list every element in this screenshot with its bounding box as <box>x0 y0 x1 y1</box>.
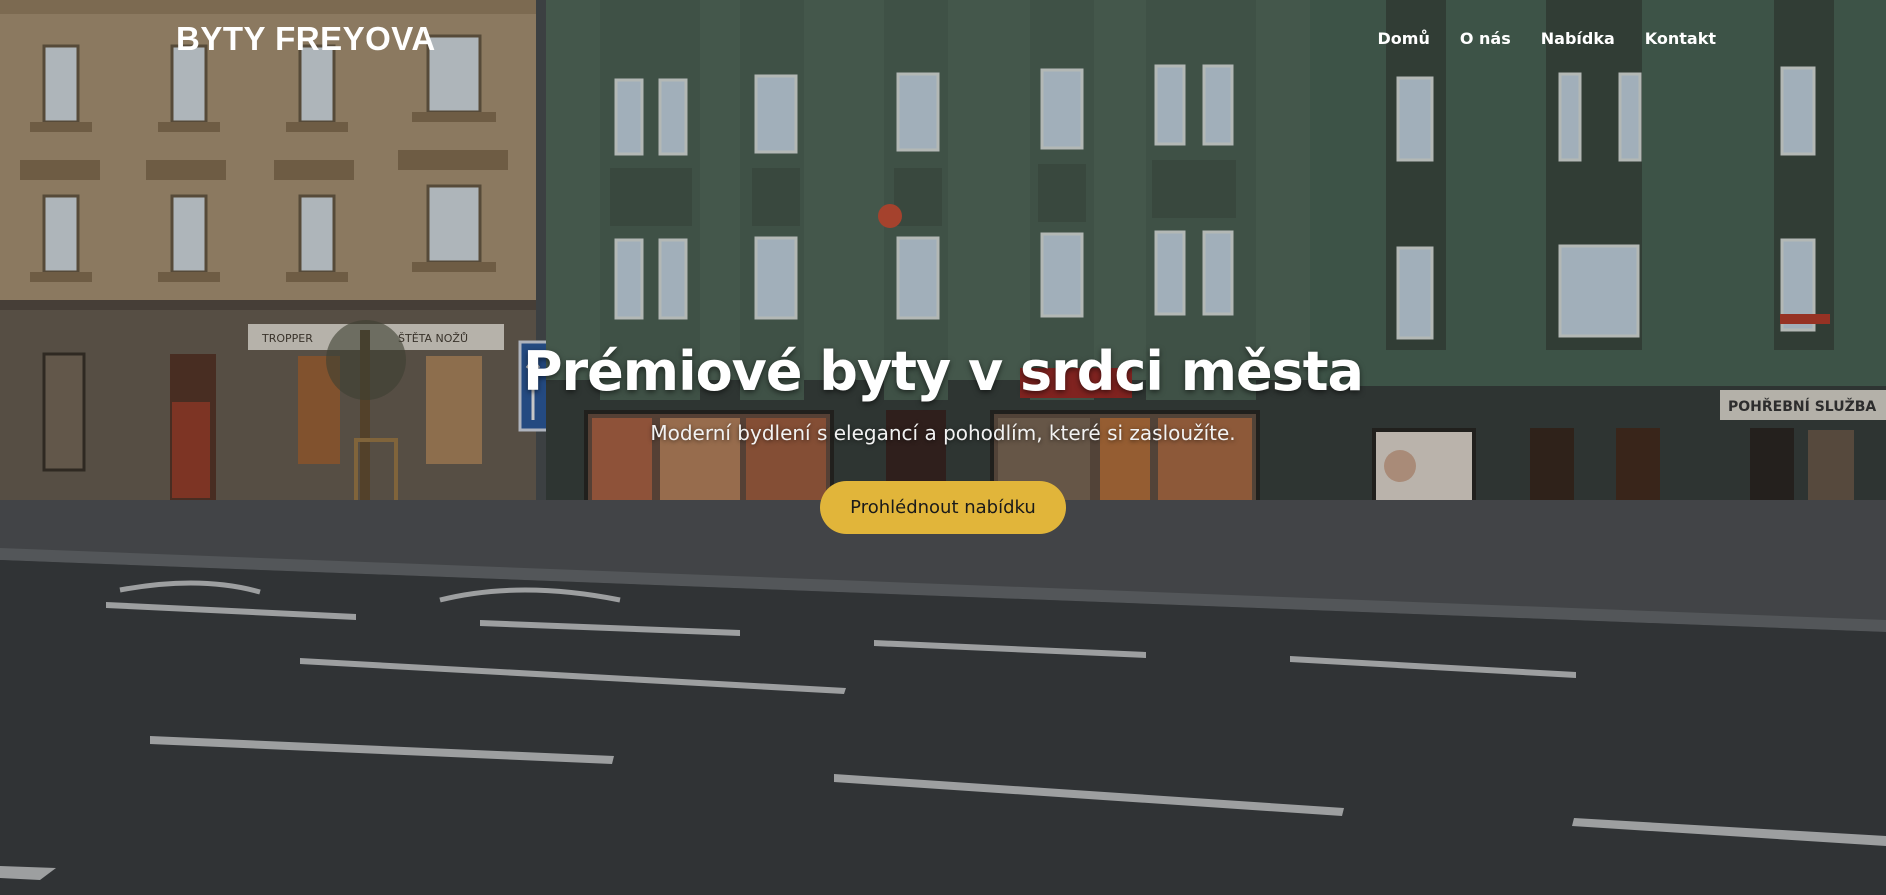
main-nav: Domů O nás Nabídka Kontakt <box>1378 29 1716 48</box>
nav-link-offer[interactable]: Nabídka <box>1541 29 1615 48</box>
hero-subtitle: Moderní bydlení s elegancí a pohodlím, k… <box>650 421 1236 445</box>
site-header: BYTY FREYOVA Domů O nás Nabídka Kontakt <box>0 0 1886 82</box>
view-offer-button[interactable]: Prohlédnout nabídku <box>820 481 1066 534</box>
nav-link-about[interactable]: O nás <box>1460 29 1511 48</box>
hero-title: Prémiové byty v srdci města <box>522 340 1364 403</box>
nav-link-home[interactable]: Domů <box>1378 29 1430 48</box>
hero-content: Prémiové byty v srdci města Moderní bydl… <box>0 340 1886 534</box>
hero-section: TROPPER ŠTĚTA NOŽŮ POHŘEBNÍ SLUŽBA BYTY … <box>0 0 1886 895</box>
nav-link-contact[interactable]: Kontakt <box>1645 29 1716 48</box>
site-logo[interactable]: BYTY FREYOVA <box>176 20 436 58</box>
